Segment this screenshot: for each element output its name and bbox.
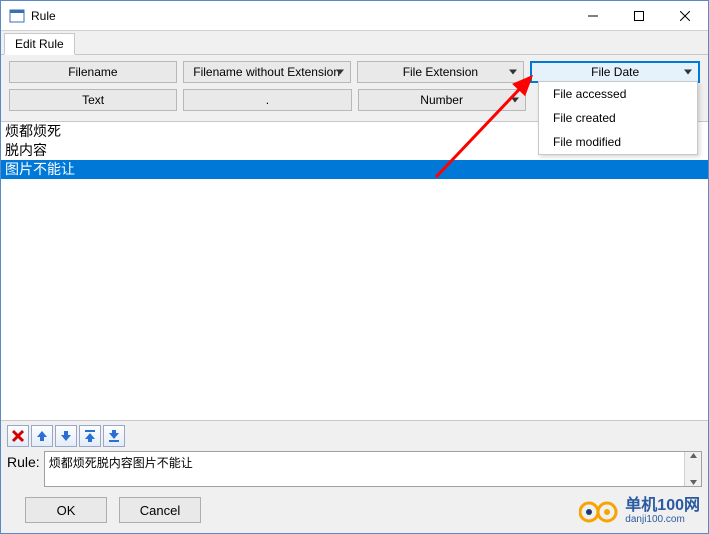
app-icon [9, 8, 25, 24]
delete-icon [11, 429, 25, 443]
rule-toolbar [7, 425, 702, 447]
arrow-down-icon [59, 429, 73, 443]
file-date-label: File Date [591, 65, 639, 79]
menu-item-file-modified[interactable]: File modified [539, 130, 697, 154]
rule-row: Rule: 烦都烦死脱内容图片不能让 [7, 451, 702, 487]
file-extension-button[interactable]: File Extension [357, 61, 525, 83]
window-title: Rule [31, 9, 56, 23]
rule-scrollbar[interactable] [684, 452, 701, 486]
rule-textbox[interactable]: 烦都烦死脱内容图片不能让 [44, 451, 702, 487]
titlebar: Rule [1, 1, 708, 31]
move-down-button[interactable] [55, 425, 77, 447]
dot-button-label: . [266, 93, 269, 107]
arrow-bottom-icon [107, 429, 121, 443]
close-button[interactable] [662, 1, 708, 31]
cancel-label: Cancel [140, 503, 180, 518]
arrow-top-icon [83, 429, 97, 443]
text-button[interactable]: Text [9, 89, 177, 111]
move-up-button[interactable] [31, 425, 53, 447]
bottom-panel: Rule: 烦都烦死脱内容图片不能让 OK Cancel [1, 420, 708, 533]
rule-label: Rule: [7, 451, 40, 470]
filename-button[interactable]: Filename [9, 61, 177, 83]
filename-button-label: Filename [68, 65, 117, 79]
chevron-down-icon [336, 70, 344, 75]
ok-button[interactable]: OK [25, 497, 107, 523]
maximize-button[interactable] [616, 1, 662, 31]
filename-without-ext-button[interactable]: Filename without Extension [183, 61, 351, 83]
file-extension-label: File Extension [403, 65, 478, 79]
tabstrip: Edit Rule [1, 31, 708, 55]
scroll-down-icon [689, 479, 698, 486]
file-date-button[interactable]: File Date [530, 61, 700, 83]
minimize-button[interactable] [570, 1, 616, 31]
close-icon [680, 11, 690, 21]
tab-edit-rule[interactable]: Edit Rule [4, 33, 75, 55]
scroll-up-icon [689, 452, 698, 459]
menu-item-file-created[interactable]: File created [539, 106, 697, 130]
dot-button[interactable]: . [183, 89, 351, 111]
text-button-label: Text [82, 93, 104, 107]
number-button[interactable]: Number [358, 89, 526, 111]
chevron-down-icon [684, 70, 692, 75]
preview-list[interactable]: 烦都烦死 脱内容 图片不能让 [1, 121, 708, 420]
minimize-icon [588, 11, 598, 21]
maximize-icon [634, 11, 644, 21]
delete-button[interactable] [7, 425, 29, 447]
arrow-up-icon [35, 429, 49, 443]
number-button-label: Number [420, 93, 463, 107]
dialog-buttons: OK Cancel [7, 487, 702, 527]
move-top-button[interactable] [79, 425, 101, 447]
file-date-dropdown: File accessed File created File modified [538, 81, 698, 155]
filename-without-ext-label: Filename without Extension [193, 65, 340, 79]
chevron-down-icon [511, 98, 519, 103]
menu-item-file-accessed[interactable]: File accessed [539, 82, 697, 106]
window: Rule Edit Rule Filename Filename without… [0, 0, 709, 534]
rule-buttons-row-1: Filename Filename without Extension File… [9, 61, 700, 83]
chevron-down-icon [509, 70, 517, 75]
rule-text: 烦都烦死脱内容图片不能让 [45, 452, 684, 486]
move-bottom-button[interactable] [103, 425, 125, 447]
list-item[interactable]: 图片不能让 [1, 160, 708, 179]
ok-label: OK [57, 503, 76, 518]
cancel-button[interactable]: Cancel [119, 497, 201, 523]
